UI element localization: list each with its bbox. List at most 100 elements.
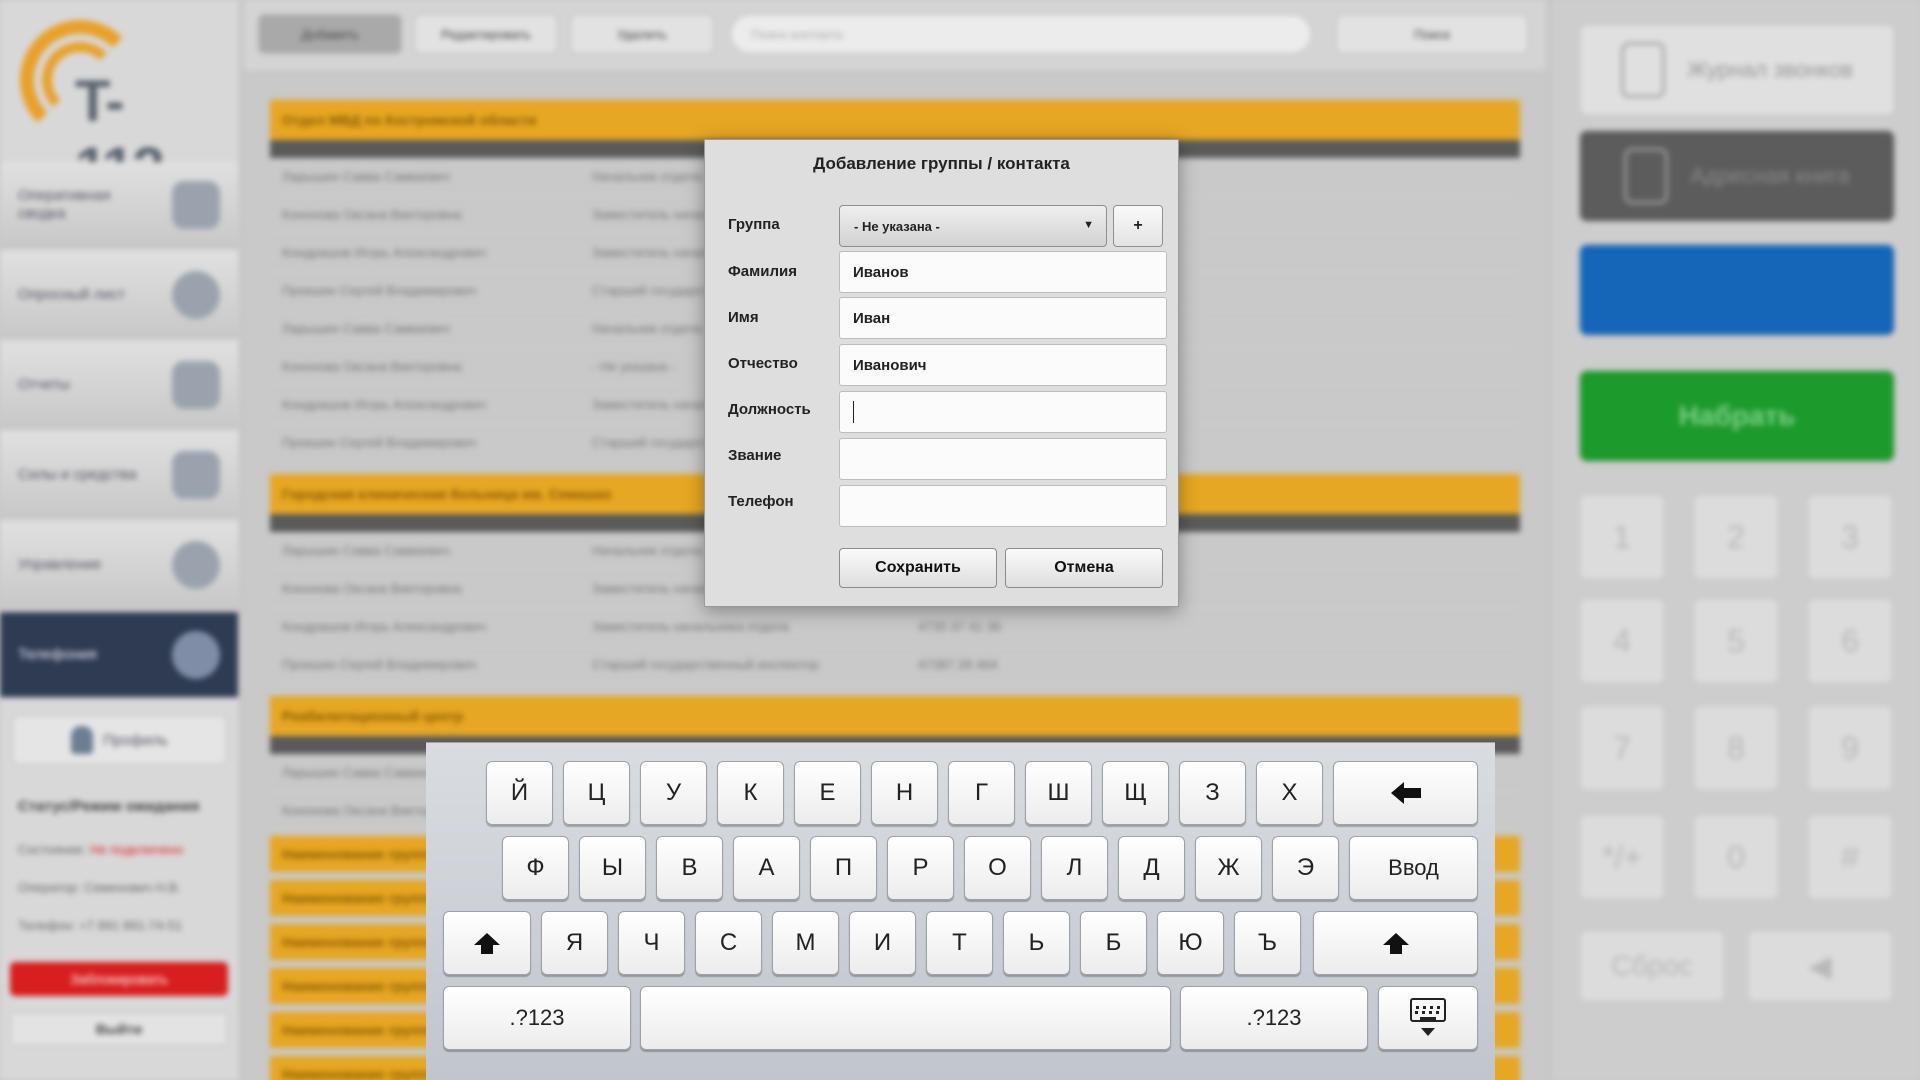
status-title: Статус/Режим ожидания bbox=[18, 798, 200, 815]
key-letter[interactable]: Л bbox=[1041, 836, 1108, 900]
call-log-button[interactable]: Журнал звонков bbox=[1579, 24, 1895, 116]
dial-key[interactable]: */+ bbox=[1579, 814, 1665, 900]
key-letter[interactable]: П bbox=[810, 836, 877, 900]
dial-backspace-button[interactable]: ◀ bbox=[1747, 930, 1893, 1002]
key-letter[interactable]: Ф bbox=[502, 836, 569, 900]
key-letter[interactable]: Н bbox=[871, 761, 938, 825]
status-phone: Телефон: +7 891 891-74-51 bbox=[18, 918, 183, 933]
dial-key[interactable]: # bbox=[1807, 814, 1893, 900]
cancel-button[interactable]: Отмена bbox=[1005, 548, 1163, 588]
patronymic-field[interactable]: Иванович bbox=[839, 344, 1167, 386]
add-contact-dialog: Добавление группы / контакта Группа - Не… bbox=[704, 139, 1179, 607]
dial-button[interactable]: Набрать bbox=[1579, 370, 1895, 462]
backspace-key[interactable] bbox=[1333, 761, 1478, 825]
shift-key-right[interactable] bbox=[1313, 911, 1478, 975]
address-book-button[interactable]: Адресная книга bbox=[1579, 130, 1895, 222]
edit-button[interactable]: Редактировать bbox=[414, 14, 558, 54]
key-letter[interactable]: М bbox=[772, 911, 839, 975]
dial-key[interactable]: 5 bbox=[1693, 598, 1779, 684]
status-operator: Оператор: Семенович Н.В. bbox=[18, 880, 182, 895]
dial-key[interactable]: 9 bbox=[1807, 705, 1893, 791]
last-name-label: Фамилия bbox=[728, 263, 797, 280]
numbers-key-right[interactable]: .?123 bbox=[1180, 986, 1368, 1050]
position-label: Должность bbox=[728, 401, 811, 418]
key-letter[interactable]: Щ bbox=[1102, 761, 1169, 825]
group-header[interactable]: Реабилитационный центр bbox=[270, 696, 1520, 736]
group-label: Группа bbox=[728, 216, 780, 233]
nav-item-operational-summary[interactable]: Оперативная сводка bbox=[0, 162, 238, 248]
dial-key[interactable]: 3 bbox=[1807, 494, 1893, 580]
key-letter[interactable]: Ю bbox=[1157, 911, 1224, 975]
position-field[interactable] bbox=[839, 391, 1167, 433]
key-letter[interactable]: Д bbox=[1118, 836, 1185, 900]
key-letter[interactable]: З bbox=[1179, 761, 1246, 825]
key-letter[interactable]: Й bbox=[486, 761, 553, 825]
key-letter[interactable]: Э bbox=[1272, 836, 1339, 900]
search-button[interactable]: Поиск bbox=[1336, 14, 1528, 54]
nav-item-questionnaire[interactable]: Опросный лист bbox=[0, 252, 238, 338]
key-letter[interactable]: Ц bbox=[563, 761, 630, 825]
nav-item-management[interactable]: Управление bbox=[0, 522, 238, 608]
block-button[interactable]: Заблокировать bbox=[10, 962, 228, 996]
rank-field[interactable] bbox=[839, 438, 1167, 480]
key-letter[interactable]: Х bbox=[1256, 761, 1323, 825]
key-letter[interactable]: Г bbox=[948, 761, 1015, 825]
profile-button[interactable]: Профиль bbox=[12, 715, 227, 765]
dial-key[interactable]: 8 bbox=[1693, 705, 1779, 791]
nav-item-forces[interactable]: Силы и средства bbox=[0, 432, 238, 518]
dial-key[interactable]: 7 bbox=[1579, 705, 1665, 791]
last-name-field[interactable]: Иванов bbox=[839, 251, 1167, 293]
key-letter[interactable]: Р bbox=[887, 836, 954, 900]
numbers-key-left[interactable]: .?123 bbox=[443, 986, 631, 1050]
key-letter[interactable]: У bbox=[640, 761, 707, 825]
dial-key[interactable]: 6 bbox=[1807, 598, 1893, 684]
key-letter[interactable]: С bbox=[695, 911, 762, 975]
first-name-field[interactable]: Иван bbox=[839, 297, 1167, 339]
reset-button[interactable]: Сброс bbox=[1579, 930, 1725, 1002]
blue-action-button[interactable] bbox=[1579, 244, 1895, 336]
add-group-button[interactable]: + bbox=[1113, 205, 1163, 247]
group-select[interactable]: - Не указана - ▼ bbox=[839, 205, 1107, 247]
contact-row[interactable]: Прокшин Сергей Владимирович Старший госуд… bbox=[270, 646, 1520, 684]
dial-key[interactable]: 4 bbox=[1579, 598, 1665, 684]
key-letter[interactable]: О bbox=[964, 836, 1031, 900]
key-letter[interactable]: И bbox=[849, 911, 916, 975]
key-letter[interactable]: К bbox=[717, 761, 784, 825]
enter-key[interactable]: Ввод bbox=[1349, 836, 1478, 900]
backspace-arrow-icon bbox=[1390, 782, 1421, 804]
key-letter[interactable]: Т bbox=[926, 911, 993, 975]
dial-key[interactable]: 0 bbox=[1693, 814, 1779, 900]
contact-search-input[interactable]: Поиск контакта bbox=[730, 14, 1312, 54]
key-letter[interactable]: Ъ bbox=[1234, 911, 1301, 975]
contact-row[interactable]: Кондрашов Игорь Александрович Заместитель… bbox=[270, 608, 1520, 646]
save-button[interactable]: Сохранить bbox=[839, 548, 997, 588]
dropdown-arrow-icon: ▼ bbox=[1083, 219, 1094, 231]
hide-keyboard-key[interactable] bbox=[1378, 986, 1478, 1050]
dial-key[interactable]: 1 bbox=[1579, 494, 1665, 580]
keyboard-hide-icon bbox=[1408, 998, 1448, 1038]
key-letter[interactable]: В bbox=[656, 836, 723, 900]
patronymic-label: Отчество bbox=[728, 355, 798, 372]
key-letter[interactable]: Ь bbox=[1003, 911, 1070, 975]
nav-item-reports[interactable]: Отчеты bbox=[0, 342, 238, 428]
dial-key[interactable]: 2 bbox=[1693, 494, 1779, 580]
text-caret bbox=[853, 401, 854, 423]
key-letter[interactable]: Е bbox=[794, 761, 861, 825]
shift-key-left[interactable] bbox=[443, 911, 531, 975]
key-letter[interactable]: Ж bbox=[1195, 836, 1262, 900]
key-letter[interactable]: Ы bbox=[579, 836, 646, 900]
report-icon bbox=[172, 360, 220, 409]
group-header[interactable]: Отдел МВД по Костромской области bbox=[270, 100, 1520, 140]
grid-icon bbox=[172, 450, 220, 499]
key-letter[interactable]: А bbox=[733, 836, 800, 900]
key-letter[interactable]: Ш bbox=[1025, 761, 1092, 825]
exit-button[interactable]: Выйти bbox=[10, 1012, 228, 1046]
nav-item-telephony[interactable]: Телефония bbox=[0, 612, 238, 698]
phone-field[interactable] bbox=[839, 485, 1167, 527]
key-letter[interactable]: Б bbox=[1080, 911, 1147, 975]
space-key[interactable] bbox=[640, 986, 1171, 1050]
key-letter[interactable]: Я bbox=[541, 911, 608, 975]
delete-button[interactable]: Удалить bbox=[570, 14, 714, 54]
key-letter[interactable]: Ч bbox=[618, 911, 685, 975]
add-button[interactable]: Добавить bbox=[258, 14, 402, 54]
